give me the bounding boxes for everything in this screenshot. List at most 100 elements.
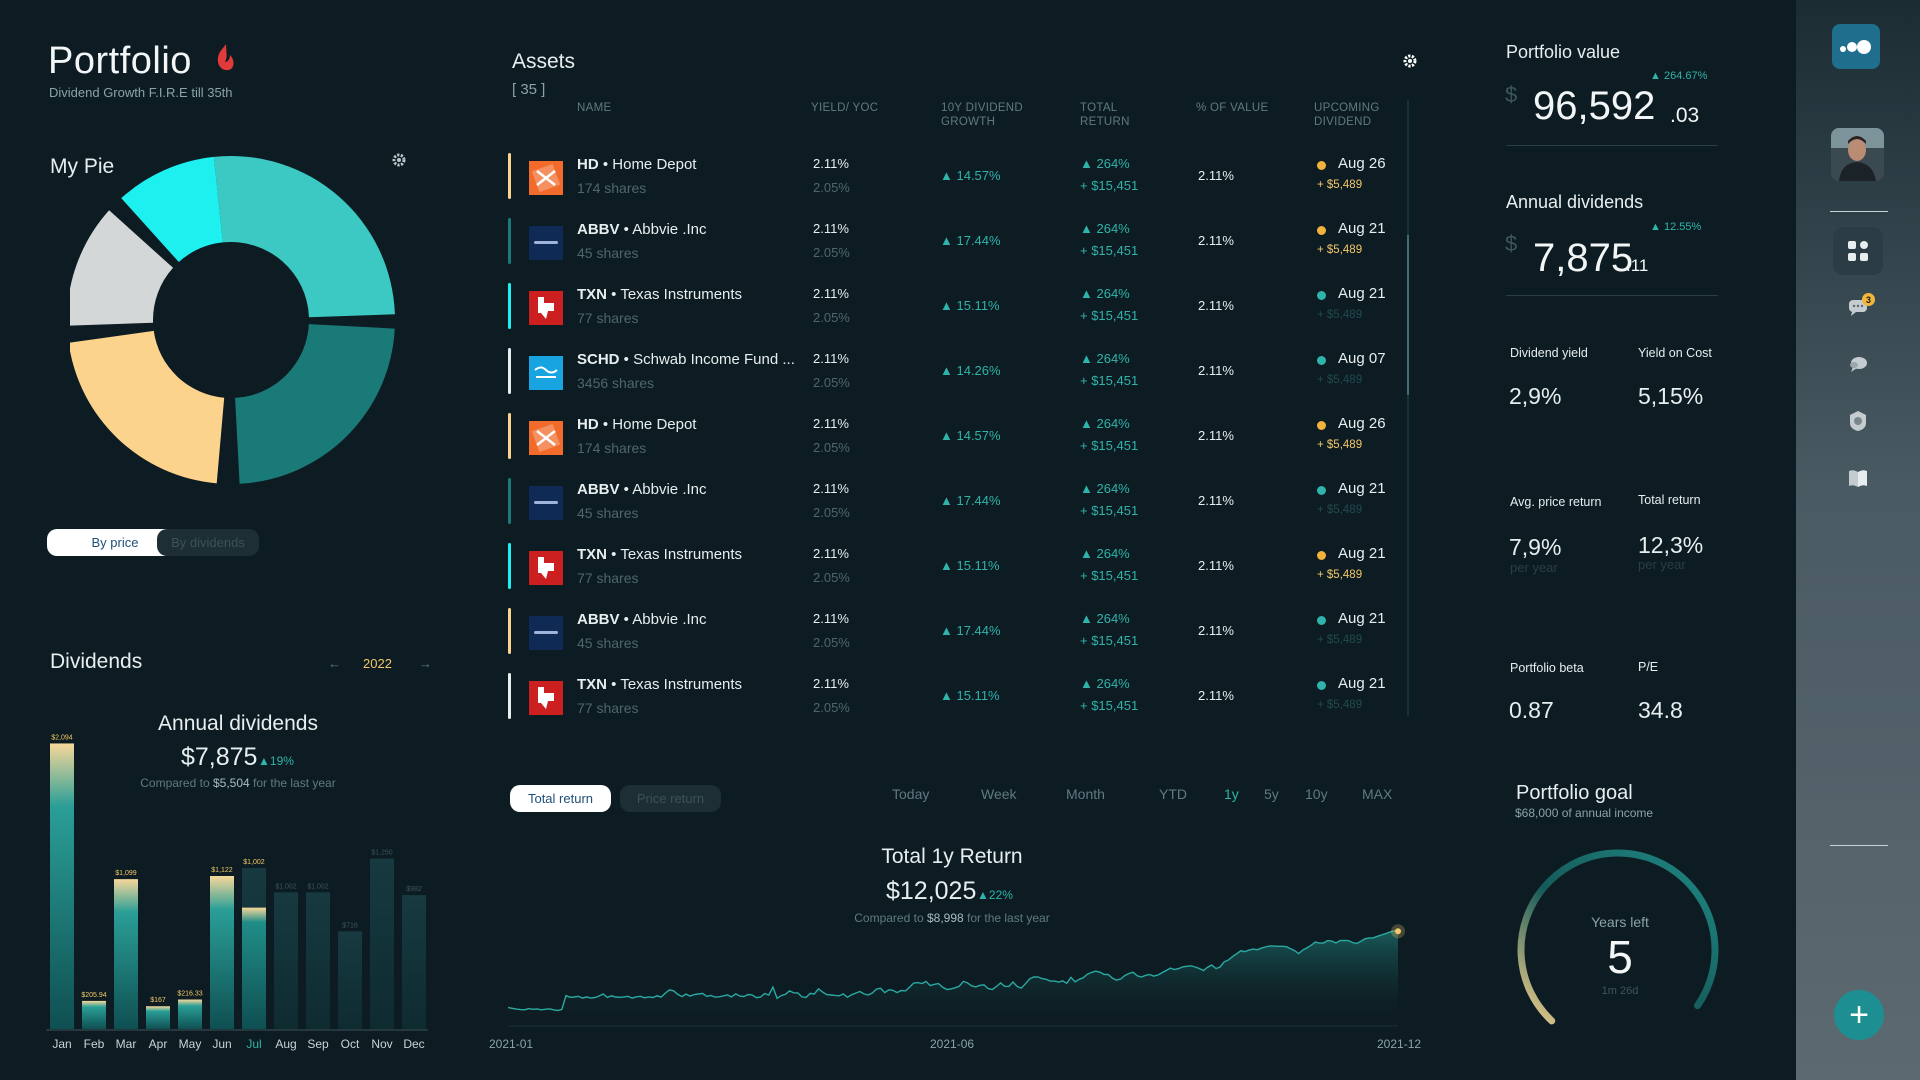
asset-row[interactable]: ABBV • Abbvie .Inc 45 shares 2.11% 2.05% ▲ 1…: [508, 478, 1398, 532]
col-header-upcoming[interactable]: UPCOMING DIVIDEND: [1314, 101, 1404, 129]
asset-row[interactable]: HD • Home Depot 174 shares 2.11% 2.05% ▲ 14.…: [508, 413, 1398, 467]
add-button[interactable]: +: [1834, 990, 1884, 1040]
asset-row[interactable]: TXN • Texas Instruments 77 shares 2.11% 2.0…: [508, 283, 1398, 337]
dividend-status-dot: [1317, 356, 1326, 365]
asset-yield: 2.11%: [813, 481, 849, 496]
col-header-yield[interactable]: YIELD/ YOC: [811, 101, 878, 115]
total-return-toggle[interactable]: Total return: [510, 785, 611, 812]
gear-icon[interactable]: [1402, 53, 1418, 69]
avg-price-return-sub: per year: [1510, 560, 1558, 575]
assets-scroll-thumb[interactable]: [1407, 235, 1409, 395]
asset-yoc: 2.05%: [813, 440, 850, 455]
nav-learn[interactable]: [1833, 454, 1883, 502]
period-today[interactable]: Today: [892, 786, 929, 802]
asset-shares: 77 shares: [577, 570, 639, 586]
years-left-label: Years left: [1591, 914, 1649, 930]
asset-dividend-growth: ▲ 17.44%: [940, 623, 1001, 638]
asset-dividend-growth: ▲ 14.57%: [940, 168, 1001, 183]
asset-row[interactable]: TXN • Texas Instruments 77 shares 2.11% 2.0…: [508, 673, 1398, 727]
by-dividends-toggle[interactable]: By dividends: [157, 529, 259, 556]
period-ytd[interactable]: YTD: [1159, 786, 1187, 802]
pie-slice-sand[interactable]: [70, 330, 225, 484]
book-icon: [1849, 470, 1867, 487]
bar-value-label: $167: [150, 997, 166, 1004]
asset-total-return-amount: + $15,451: [1080, 503, 1139, 518]
bar-value-label: $982: [406, 886, 422, 893]
asset-total-return-amount: + $15,451: [1080, 438, 1139, 453]
flame-icon: [214, 42, 236, 82]
total-return-sub: per year: [1638, 557, 1686, 572]
prev-year-arrow-icon[interactable]: ←: [328, 656, 341, 671]
period-10y[interactable]: 10y: [1305, 786, 1328, 802]
asset-name: HD • Home Depot: [577, 156, 697, 173]
company-logo-icon: [529, 291, 563, 325]
asset-total-return: ▲ 264%: [1080, 221, 1130, 236]
asset-row[interactable]: ABBV • Abbvie .Inc 45 shares 2.11% 2.05% ▲ 1…: [508, 608, 1398, 662]
asset-shares: 174 shares: [577, 440, 647, 456]
total-return-value: 12,3%: [1638, 532, 1704, 558]
bar-value-label: $216.33: [177, 991, 202, 998]
period-month[interactable]: Month: [1066, 786, 1105, 802]
row-accent-bar: [508, 218, 511, 264]
asset-total-return: ▲ 264%: [1080, 156, 1130, 171]
col-header-pct-value[interactable]: % OF VALUE: [1196, 101, 1268, 115]
bar-Jun: [210, 876, 234, 1029]
comments-icon: [1850, 357, 1867, 372]
bar-Jul: [242, 907, 266, 1029]
return-chart-title: Total 1y Return: [881, 845, 1023, 868]
asset-upcoming-date: Aug 21: [1338, 610, 1386, 627]
assets-scrollbar[interactable]: [1407, 100, 1409, 716]
asset-upcoming-amount: + $5,489: [1317, 179, 1363, 191]
asset-name: HD • Home Depot: [577, 416, 697, 433]
next-year-arrow-icon[interactable]: →: [419, 656, 432, 671]
x-label-mid: 2021-06: [930, 1037, 975, 1051]
asset-total-return-amount: + $15,451: [1080, 178, 1139, 193]
bar-May: [178, 999, 202, 1029]
row-accent-bar: [508, 608, 511, 654]
asset-row[interactable]: ABBV • Abbvie .Inc 45 shares 2.11% 2.05% ▲ 1…: [508, 218, 1398, 272]
asset-dividend-growth: ▲ 14.26%: [940, 363, 1001, 378]
asset-upcoming-amount: + $5,489: [1317, 244, 1363, 256]
bar-value-label: $716: [342, 922, 358, 929]
return-line-chart: [508, 924, 1405, 1027]
pie-slice-teal-light[interactable]: [213, 156, 395, 318]
asset-upcoming-date: Aug 21: [1338, 220, 1386, 237]
nav-rewards[interactable]: [1833, 397, 1883, 445]
years-left-value: 5: [1607, 931, 1633, 983]
yield-on-cost-value: 5,15%: [1638, 383, 1704, 409]
asset-upcoming-amount: + $5,489: [1317, 634, 1363, 646]
asset-dividend-growth: ▲ 15.11%: [940, 298, 1000, 313]
bar-Jan: [50, 743, 74, 1029]
dividend-status-dot: [1317, 421, 1326, 430]
bar-Oct: [338, 931, 362, 1029]
asset-total-return-amount: + $15,451: [1080, 243, 1139, 258]
col-header-total-return[interactable]: TOTAL RETURN: [1080, 101, 1150, 129]
asset-row[interactable]: SCHD • Schwab Income Fund ... 3456 shares…: [508, 348, 1398, 402]
app-logo-icon[interactable]: [1832, 24, 1880, 69]
month-tick-label: May: [179, 1037, 202, 1051]
company-logo-icon: [529, 681, 563, 715]
nav-dashboard[interactable]: [1833, 227, 1883, 275]
nav-discussions[interactable]: [1833, 340, 1883, 388]
pie-slice-teal-dark[interactable]: [235, 324, 395, 484]
bar-Dec: [402, 895, 426, 1029]
price-return-toggle[interactable]: Price return: [620, 785, 721, 812]
avatar[interactable]: [1831, 128, 1884, 181]
col-header-growth[interactable]: 10Y DIVIDEND GROWTH: [941, 101, 1046, 129]
month-tick-label: Apr: [149, 1037, 168, 1051]
month-tick-label: Jan: [52, 1037, 71, 1051]
asset-pct-of-value: 2.11%: [1198, 428, 1234, 443]
col-header-name[interactable]: NAME: [577, 101, 611, 115]
period-5y[interactable]: 5y: [1264, 786, 1279, 802]
period-week[interactable]: Week: [981, 786, 1017, 802]
year-selector[interactable]: 2022: [363, 656, 392, 671]
asset-pct-of-value: 2.11%: [1198, 493, 1234, 508]
asset-yoc: 2.05%: [813, 505, 850, 520]
asset-row[interactable]: TXN • Texas Instruments 77 shares 2.11% 2.0…: [508, 543, 1398, 597]
asset-row[interactable]: HD • Home Depot 174 shares 2.11% 2.05% ▲ 14.…: [508, 153, 1398, 207]
period-max[interactable]: MAX: [1362, 786, 1392, 802]
asset-total-return-amount: + $15,451: [1080, 698, 1139, 713]
nav-messages[interactable]: [1833, 283, 1883, 331]
period-1y[interactable]: 1y: [1224, 786, 1239, 802]
allocation-pie-chart[interactable]: [70, 155, 410, 495]
